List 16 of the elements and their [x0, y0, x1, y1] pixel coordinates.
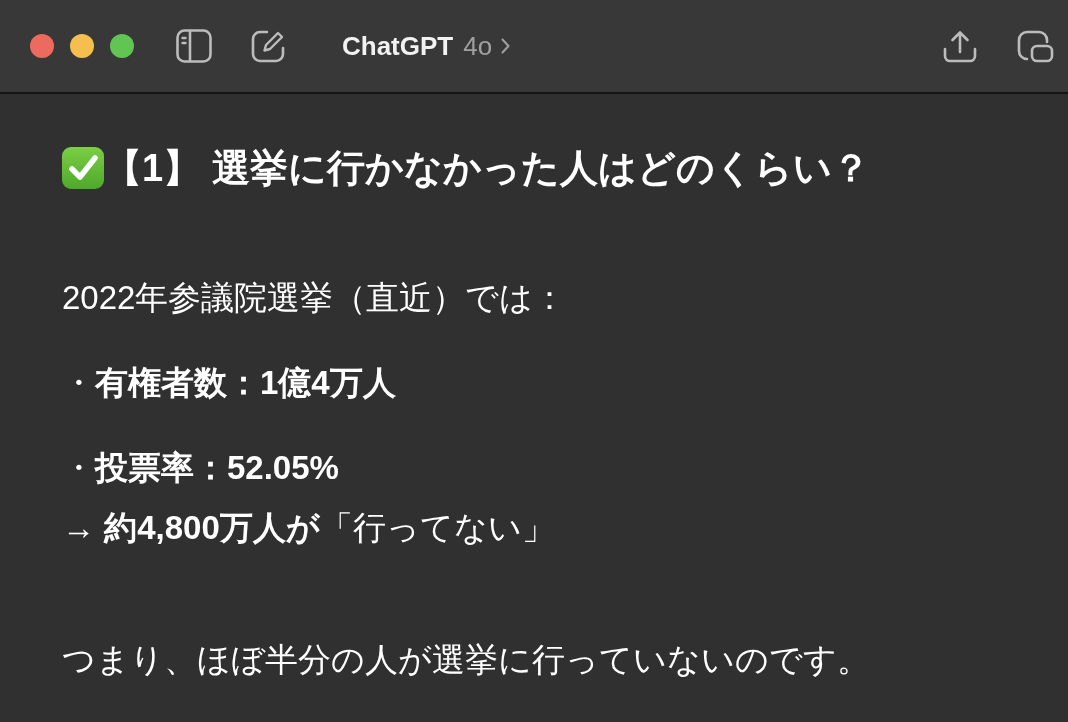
message-text: ・投票率：52.05%	[62, 448, 340, 488]
chevron-icon	[501, 38, 511, 54]
close-button[interactable]	[30, 34, 54, 58]
minimize-button[interactable]	[70, 34, 94, 58]
message-text: → 約4,800万人が「行ってない」	[62, 508, 556, 548]
message-text: つまり、ほぼ半分の人が選挙に行っていないのです。	[62, 640, 871, 680]
check-mark-icon	[62, 147, 104, 189]
model-picker-button[interactable]: ChatGPT 4o	[342, 30, 511, 62]
message-text: ・有権者数：1億4万人	[62, 363, 397, 403]
share-icon[interactable]	[943, 29, 977, 63]
sidebar-icon[interactable]	[176, 29, 212, 63]
compose-icon[interactable]	[251, 29, 287, 63]
popout-window-icon[interactable]	[1017, 29, 1054, 63]
heading-text: 【1】 選挙に行かなかった人はどのくらい？	[104, 146, 870, 191]
zoom-button[interactable]	[110, 34, 134, 58]
message-text: 2022年参議院選挙（直近）では：	[62, 278, 568, 318]
